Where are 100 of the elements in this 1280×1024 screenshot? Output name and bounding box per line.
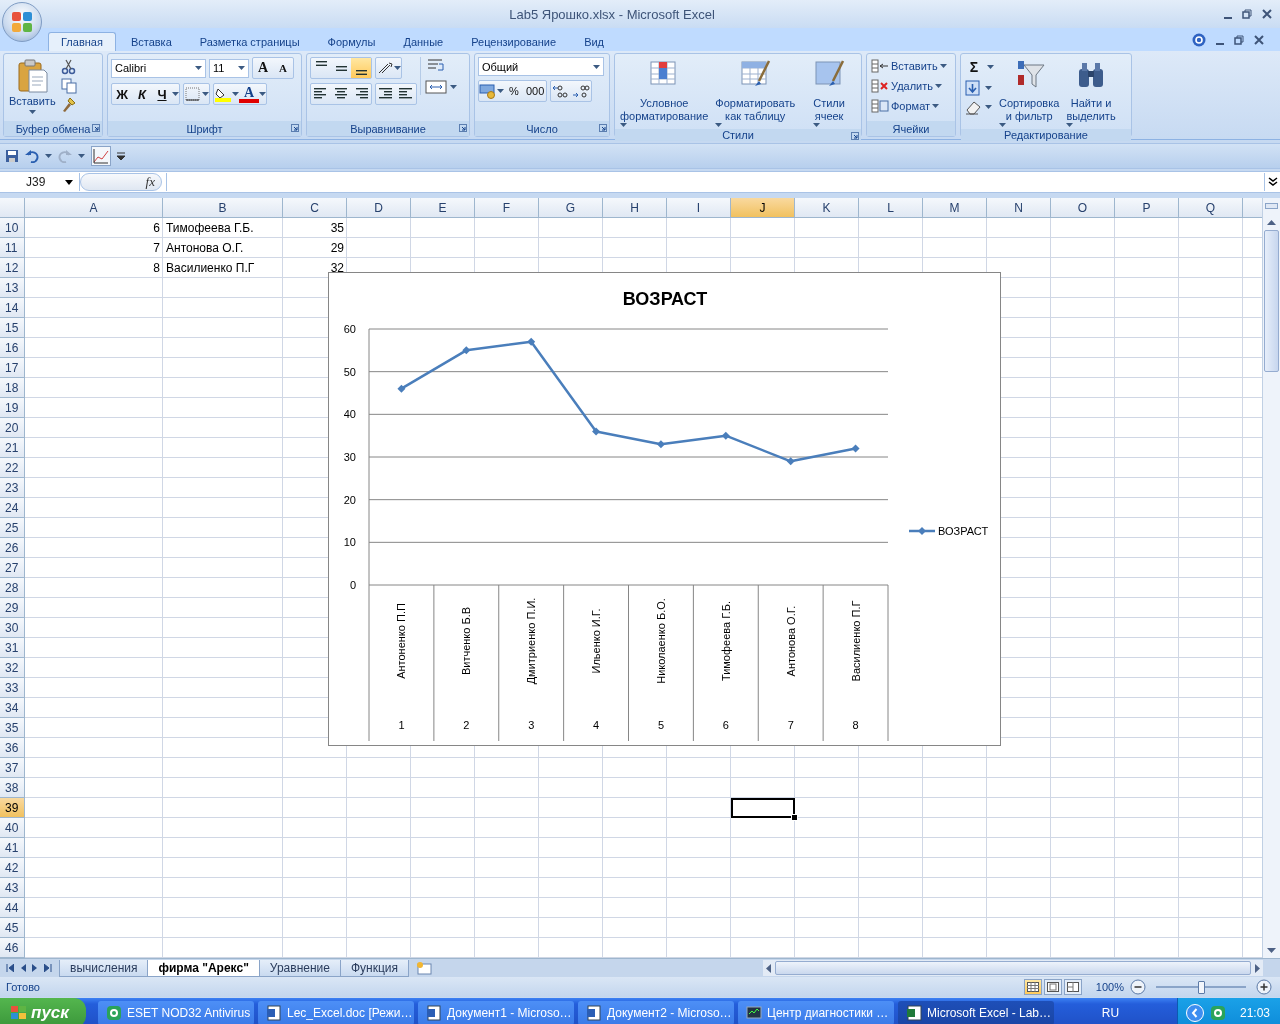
chart-area[interactable]: ВОЗРАСТ 0 10 20 30 40 50 60 Антоненко П.П Витченко Б.В Дмитриенко П.И. Ильенко И.Г. Николаенко Б.О. Тимофеева Г.Б. Антонова О.Г. Василиенко П.Г 1 2 3 4 5 6 7 8 ВОЗРАСТ — [328, 272, 1001, 746]
cells-button[interactable]: Удалить — [870, 77, 948, 95]
italic-button[interactable]: К — [132, 84, 152, 104]
column-header[interactable]: O — [1051, 198, 1115, 218]
row-header[interactable]: 41 — [0, 838, 25, 858]
font-field[interactable]: Calibri — [111, 58, 206, 78]
row-header[interactable]: 23 — [0, 478, 25, 498]
bold-button[interactable]: Ж — [112, 84, 132, 104]
row-header[interactable]: 17 — [0, 358, 25, 378]
view-button[interactable] — [1023, 979, 1042, 995]
row-header[interactable]: 36 — [0, 738, 25, 758]
thousands-button[interactable]: 000 — [524, 81, 547, 101]
column-header[interactable]: D — [347, 198, 411, 218]
align-button[interactable] — [351, 58, 371, 78]
column-header[interactable]: Q — [1179, 198, 1243, 218]
grow-font-button[interactable]: A — [253, 58, 273, 78]
styles-button[interactable]: Форматировать как таблицу — [713, 57, 798, 129]
view-button[interactable] — [1043, 979, 1062, 995]
underline-button[interactable]: Ч — [152, 84, 172, 104]
column-header[interactable]: F — [475, 198, 539, 218]
horizontal-scrollbar[interactable] — [763, 960, 1263, 976]
percent-button[interactable]: % — [504, 81, 524, 101]
column-header[interactable]: L — [859, 198, 923, 218]
taskbar-button[interactable]: Документ2 - Microso… — [578, 1001, 734, 1024]
ribbon-tab[interactable]: Разметка страницы — [186, 32, 313, 51]
number-format-field[interactable]: Общий — [478, 57, 604, 76]
row-header[interactable]: 38 — [0, 778, 25, 798]
row-header[interactable]: 34 — [0, 698, 25, 718]
taskbar-button[interactable]: Документ1 - Microso… — [418, 1001, 574, 1024]
office-button[interactable] — [2, 2, 42, 42]
row-header[interactable]: 15 — [0, 318, 25, 338]
vertical-scrollbar[interactable] — [1262, 198, 1280, 958]
row-header[interactable]: 22 — [0, 458, 25, 478]
row-header[interactable]: 10 — [0, 218, 25, 238]
row-header[interactable]: 28 — [0, 578, 25, 598]
function-button[interactable]: fx — [145, 174, 155, 190]
column-header[interactable]: H — [603, 198, 667, 218]
ribbon-tab[interactable]: Рецензирование — [458, 32, 570, 51]
row-header[interactable]: 25 — [0, 518, 25, 538]
row-header[interactable]: 29 — [0, 598, 25, 618]
ribbon-tab[interactable]: Данные — [390, 32, 457, 51]
row-header[interactable]: 13 — [0, 278, 25, 298]
row-header[interactable]: 19 — [0, 398, 25, 418]
row-header[interactable]: 40 — [0, 818, 25, 838]
column-header[interactable]: M — [923, 198, 987, 218]
sort-filter-button[interactable]: Сортировка и фильтр — [997, 57, 1062, 129]
active-cell[interactable] — [731, 798, 795, 818]
column-header[interactable]: P — [1115, 198, 1179, 218]
taskbar-button[interactable]: ESET NOD32 Antivirus — [98, 1001, 254, 1024]
row-header[interactable]: 21 — [0, 438, 25, 458]
taskbar-button[interactable]: Центр диагностики … — [738, 1001, 894, 1024]
row-header[interactable]: 31 — [0, 638, 25, 658]
row-header[interactable]: 43 — [0, 878, 25, 898]
row-header[interactable]: 45 — [0, 918, 25, 938]
ribbon-tab[interactable]: Вид — [571, 32, 618, 51]
row-header[interactable]: 42 — [0, 858, 25, 878]
scrollbar-thumb[interactable] — [775, 961, 1251, 975]
row-header[interactable]: 16 — [0, 338, 25, 358]
row-header[interactable]: 24 — [0, 498, 25, 518]
sheet-tab[interactable]: фирма "Арекс" — [147, 959, 260, 977]
row-header[interactable]: 14 — [0, 298, 25, 318]
cells-button[interactable]: Вставить — [870, 57, 948, 75]
row-header[interactable]: 35 — [0, 718, 25, 738]
taskbar-button[interactable]: Microsoft Excel - Lab… — [898, 1001, 1054, 1024]
row-header[interactable]: 33 — [0, 678, 25, 698]
ribbon-tab[interactable]: Вставка — [117, 32, 185, 51]
autosum-button[interactable]: Σ — [964, 57, 984, 77]
zoom-level[interactable]: 100% — [1095, 981, 1124, 993]
column-header[interactable]: E — [411, 198, 475, 218]
sheet-tab[interactable]: Уравнение — [258, 959, 341, 977]
ribbon-tab[interactable]: Формулы — [314, 32, 389, 51]
row-header[interactable]: 27 — [0, 558, 25, 578]
font-size-field[interactable]: 11 — [209, 58, 249, 78]
row-header[interactable]: 37 — [0, 758, 25, 778]
column-header[interactable]: I — [667, 198, 731, 218]
ribbon-tab[interactable]: Главная — [48, 32, 116, 51]
zoom-slider-thumb[interactable] — [1198, 980, 1205, 994]
column-header[interactable]: N — [987, 198, 1051, 218]
row-header[interactable]: 30 — [0, 618, 25, 638]
styles-button[interactable]: Условное форматирование — [618, 57, 711, 129]
row-header[interactable]: 44 — [0, 898, 25, 918]
row-header[interactable]: 46 — [0, 938, 25, 958]
row-header[interactable]: 12 — [0, 258, 25, 278]
row-header[interactable]: 39 — [0, 798, 25, 818]
column-header[interactable]: K — [795, 198, 859, 218]
column-header[interactable]: G — [539, 198, 603, 218]
column-header[interactable]: A — [25, 198, 163, 218]
find-select-button[interactable]: Найти и выделить — [1064, 57, 1118, 129]
row-header[interactable]: 11 — [0, 238, 25, 258]
name-box[interactable]: J39 — [0, 173, 80, 191]
shrink-font-button[interactable]: A — [273, 58, 293, 78]
language-indicator[interactable]: RU — [1101, 1006, 1120, 1020]
row-header[interactable]: 26 — [0, 538, 25, 558]
view-button[interactable] — [1063, 979, 1082, 995]
paste-button[interactable]: Вставить — [7, 57, 58, 116]
row-header[interactable]: 32 — [0, 658, 25, 678]
column-header[interactable]: C — [283, 198, 347, 218]
row-header[interactable]: 20 — [0, 418, 25, 438]
row-header[interactable]: 18 — [0, 378, 25, 398]
scrollbar-thumb[interactable] — [1264, 230, 1279, 372]
